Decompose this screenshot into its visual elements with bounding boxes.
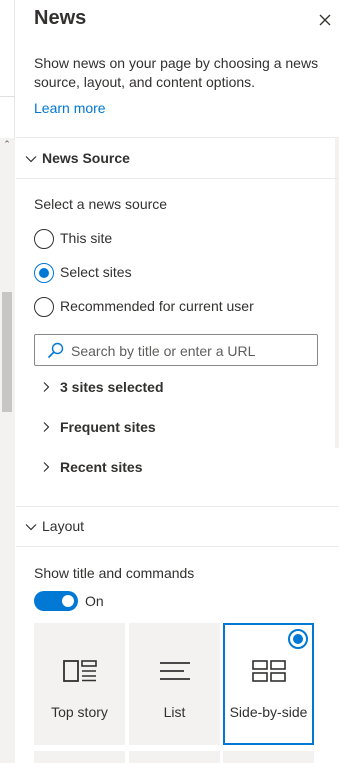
page-background-strip: ⌃ xyxy=(0,0,15,763)
radio-button[interactable] xyxy=(34,297,54,317)
page-scroll-track xyxy=(0,138,15,763)
show-title-label: Show title and commands xyxy=(34,565,195,581)
layout-tile-partial[interactable] xyxy=(129,751,220,763)
show-title-toggle[interactable] xyxy=(34,591,78,611)
scroll-up-icon[interactable]: ⌃ xyxy=(2,139,12,149)
layout-heading: Layout xyxy=(42,518,85,534)
selected-radio-icon xyxy=(288,629,308,649)
select-news-source-label: Select a news source xyxy=(34,196,168,212)
radio-label: Select sites xyxy=(60,264,132,280)
pane-description: Show news on your page by choosing a new… xyxy=(34,55,319,90)
news-property-pane: News Show news on your page by choosing … xyxy=(16,0,339,763)
layout-section-header[interactable]: Layout xyxy=(16,507,339,547)
news-source-heading: News Source xyxy=(42,150,130,166)
radio-button[interactable] xyxy=(34,229,54,249)
page-divider xyxy=(0,96,15,97)
top-story-layout-icon xyxy=(62,660,97,682)
learn-more-link[interactable]: Learn more xyxy=(34,100,106,116)
layout-tile-list[interactable]: List xyxy=(129,623,220,745)
pane-title: News xyxy=(34,7,87,29)
search-icon xyxy=(47,342,64,359)
pane-header: News Show news on your page by choosing … xyxy=(16,0,339,138)
chevron-right-icon xyxy=(43,462,50,472)
layout-tile-partial[interactable] xyxy=(34,751,125,763)
tile-label: Side-by-side xyxy=(229,704,308,720)
tile-label: Top story xyxy=(51,704,108,720)
radio-label: This site xyxy=(60,230,113,246)
radio-label: Recommended for current user xyxy=(60,298,254,314)
expander-label: Recent sites xyxy=(60,459,143,475)
expander-label: Frequent sites xyxy=(60,419,156,435)
tile-label: List xyxy=(163,704,186,720)
layout-tile-partial[interactable] xyxy=(223,751,314,763)
layout-tile-top-story[interactable]: Top story xyxy=(34,623,125,745)
chevron-right-icon xyxy=(43,382,50,392)
radio-button-checked[interactable] xyxy=(34,263,54,283)
chevron-down-icon xyxy=(25,524,37,531)
layout-tile-side-by-side[interactable]: Side-by-side xyxy=(223,623,314,745)
toggle-state-label: On xyxy=(85,593,104,609)
side-by-side-layout-icon xyxy=(251,660,286,682)
pane-scrollbar[interactable] xyxy=(335,138,339,448)
chevron-right-icon xyxy=(43,422,50,432)
news-source-section-header[interactable]: News Source xyxy=(16,139,339,179)
list-layout-icon xyxy=(159,662,190,680)
page-scrollbar-thumb[interactable] xyxy=(2,292,12,412)
expander-label: 3 sites selected xyxy=(60,379,164,395)
chevron-down-icon xyxy=(25,156,37,163)
close-icon[interactable] xyxy=(317,12,333,28)
site-search-box[interactable] xyxy=(34,334,318,366)
search-input[interactable] xyxy=(71,340,311,362)
toggle-knob xyxy=(62,595,74,607)
